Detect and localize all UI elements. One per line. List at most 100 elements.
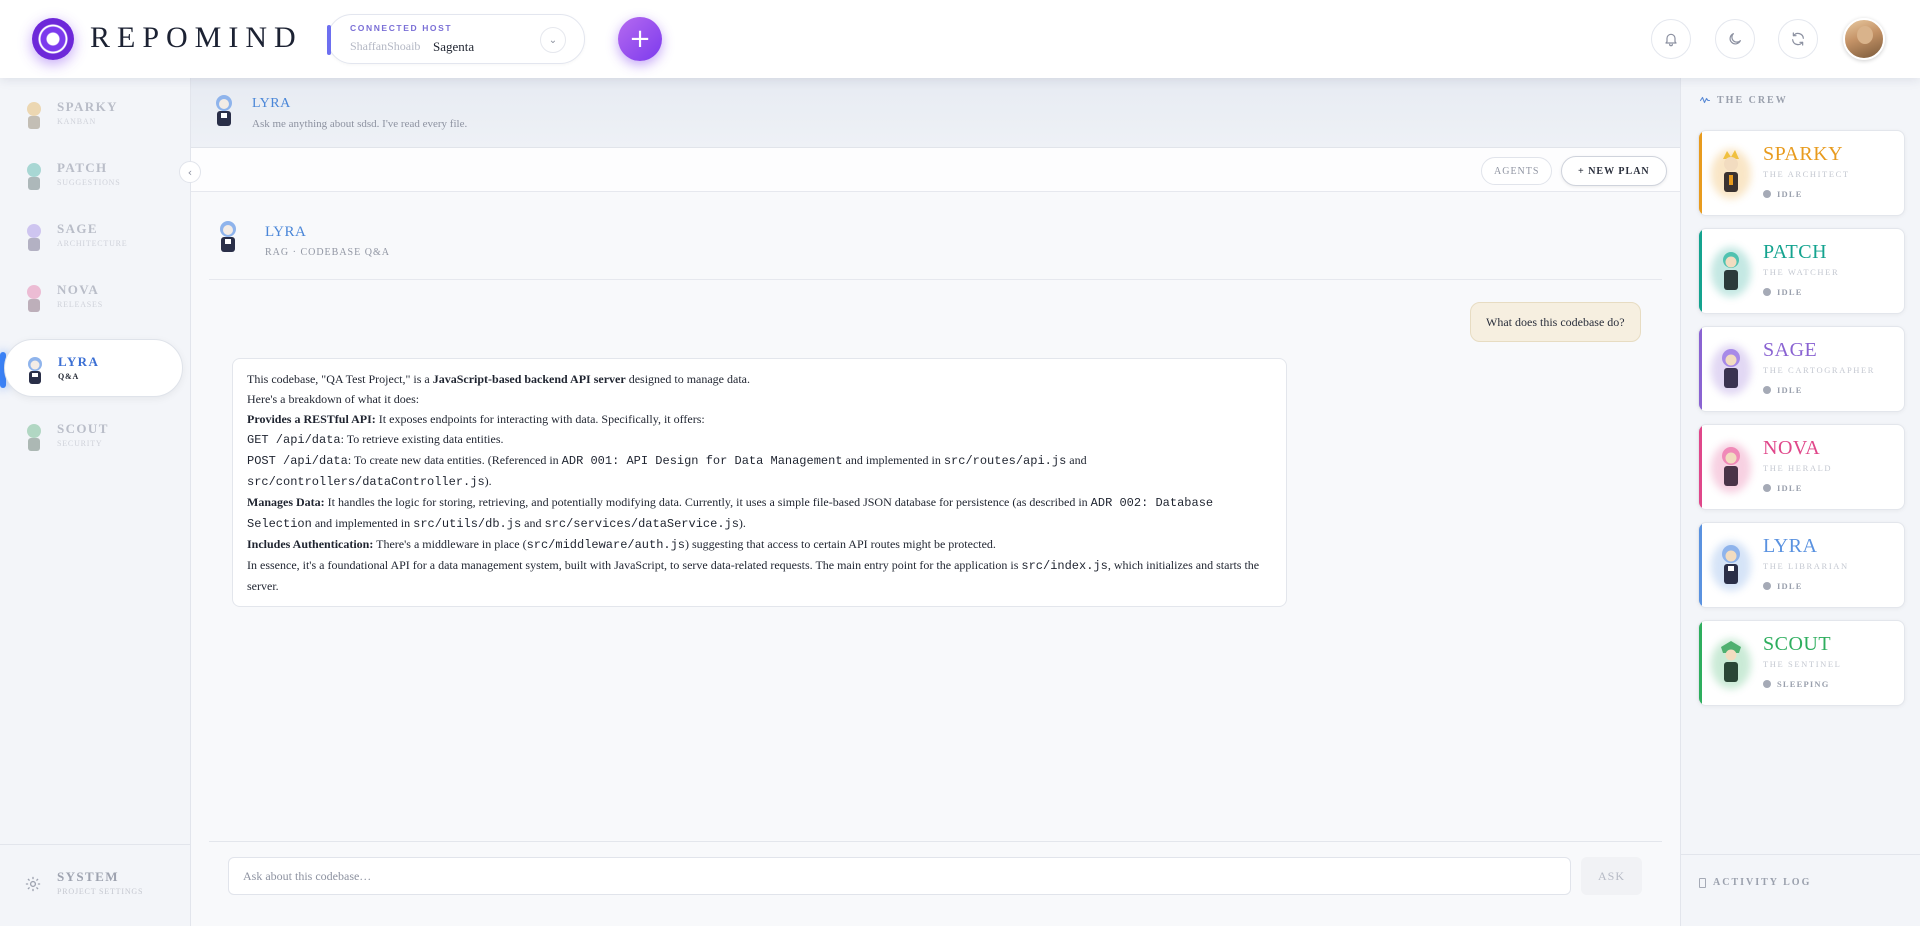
crew-name: SCOUT	[1763, 633, 1832, 655]
crew-role: THE LIBRARIAN	[1763, 561, 1849, 571]
crew-card-patch[interactable]: PATCH THE WATCHER IDLE	[1698, 228, 1905, 314]
scout-avatar-icon	[27, 424, 41, 451]
new-plan-button[interactable]: + NEW PLAN	[1561, 156, 1667, 186]
crew-card-scout[interactable]: SCOUT THE SENTINEL SLEEPING	[1698, 620, 1905, 706]
crew-name: SAGE	[1763, 339, 1818, 361]
patch-avatar-icon	[1723, 252, 1739, 290]
crew-role: THE ARCHITECT	[1763, 169, 1850, 179]
crew-role: THE CARTOGRAPHER	[1763, 365, 1876, 375]
sidebar-item-name: SPARKY	[57, 99, 118, 114]
card-accent	[1699, 621, 1702, 705]
activity-icon	[1699, 96, 1711, 104]
crew-status: IDLE	[1763, 287, 1803, 297]
moon-icon	[1729, 33, 1741, 45]
sidebar-item-sub: ARCHITECTURE	[57, 239, 128, 248]
crew-card-sparky[interactable]: SPARKY THE ARCHITECT IDLE	[1698, 130, 1905, 216]
crew-name: PATCH	[1763, 241, 1828, 263]
status-dot	[1763, 386, 1771, 394]
sage-avatar-icon	[1722, 349, 1740, 388]
message-line: Manages Data: It handles the logic for s…	[247, 495, 1214, 531]
status-dot	[1763, 484, 1771, 492]
ask-button[interactable]: ASK	[1581, 857, 1642, 895]
banner-agent-desc: Ask me anything about sdsd. I've read ev…	[252, 118, 468, 130]
sidebar-item-name: PATCH	[57, 160, 108, 175]
crew-card-sage[interactable]: SAGE THE CARTOGRAPHER IDLE	[1698, 326, 1905, 412]
message-line: Includes Authentication: There's a middl…	[247, 537, 996, 552]
lyra-avatar-icon	[220, 221, 236, 252]
sidebar-item-sage[interactable]: SAGE ARCHITECTURE	[0, 207, 185, 265]
crew-role: THE WATCHER	[1763, 267, 1840, 277]
system-label: SYSTEM	[57, 869, 119, 884]
sidebar-item-lyra[interactable]: LYRA Q&A	[4, 339, 183, 397]
sidebar-item-system[interactable]: SYSTEM PROJECT SETTINGS	[0, 844, 190, 926]
sparky-avatar-icon	[1723, 150, 1739, 192]
host-label: CONNECTED HOST	[350, 23, 453, 33]
lyra-avatar-icon	[28, 357, 42, 384]
chevron-down-icon[interactable]: ⌄	[540, 27, 566, 53]
nova-avatar-icon	[1722, 447, 1740, 486]
sidebar-item-sub: SUGGESTIONS	[57, 178, 121, 187]
host-selector[interactable]: CONNECTED HOST ShaffanShoaib Sagenta ⌄	[327, 14, 585, 64]
message-line: POST /api/data: To create new data entit…	[247, 453, 1087, 489]
sidebar-item-scout[interactable]: SCOUT SECURITY	[0, 407, 185, 465]
crew-card-lyra[interactable]: LYRA THE LIBRARIAN IDLE	[1698, 522, 1905, 608]
message-line: In essence, it's a foundational API for …	[247, 558, 1260, 593]
message-line: Here's a breakdown of what it does:	[247, 392, 420, 406]
assistant-message: This codebase, "QA Test Project," is a J…	[232, 358, 1287, 607]
chat-toolbar: AGENTS + NEW PLAN	[191, 148, 1680, 192]
sidebar-item-name: NOVA	[57, 282, 100, 297]
activity-log-label: ACTIVITY LOG	[1699, 877, 1811, 888]
sidebar-item-sub: SECURITY	[57, 439, 103, 448]
log-icon	[1699, 877, 1706, 888]
notifications-button[interactable]	[1651, 19, 1691, 59]
agent-sidebar: ‹ SPARKY KANBAN PATCH SUGGESTIONS SAGE A…	[0, 78, 201, 926]
crew-status: IDLE	[1763, 385, 1803, 395]
status-dot	[1763, 680, 1771, 688]
sidebar-item-nova[interactable]: NOVA RELEASES	[0, 268, 185, 326]
chat-agent-name: LYRA	[265, 224, 307, 240]
scout-avatar-icon	[1721, 641, 1741, 682]
crew-card-nova[interactable]: NOVA THE HERALD IDLE	[1698, 424, 1905, 510]
brand-name: REPOMIND	[90, 21, 303, 54]
ask-input[interactable]: Ask about this codebase…	[228, 857, 1571, 895]
message-line: This codebase, "QA Test Project," is a J…	[247, 372, 750, 386]
sidebar-item-sub: RELEASES	[57, 300, 103, 309]
status-dot	[1763, 582, 1771, 590]
sidebar-item-name: LYRA	[58, 354, 100, 369]
card-accent	[1699, 327, 1702, 411]
patch-avatar-icon	[27, 163, 41, 190]
crew-name: NOVA	[1763, 437, 1821, 459]
message-line: Provides a RESTful API: It exposes endpo…	[247, 412, 705, 426]
logo-icon	[32, 18, 74, 60]
crew-status: IDLE	[1763, 189, 1803, 199]
card-accent	[1699, 425, 1702, 509]
top-bar: REPOMIND CONNECTED HOST ShaffanShoaib Sa…	[0, 0, 1920, 78]
sidebar-item-patch[interactable]: PATCH SUGGESTIONS	[0, 146, 185, 204]
theme-toggle-button[interactable]	[1715, 19, 1755, 59]
user-avatar[interactable]	[1843, 18, 1885, 60]
chat-agent-sub: RAG · CODEBASE Q&A	[265, 247, 390, 258]
banner-agent-name: LYRA	[252, 96, 291, 111]
sage-avatar-icon	[27, 224, 41, 251]
sidebar-item-sparky[interactable]: SPARKY KANBAN	[0, 85, 185, 143]
activity-log-toggle[interactable]: ACTIVITY LOG	[1681, 854, 1920, 926]
lyra-avatar-icon	[216, 95, 232, 126]
message-line: GET /api/data: To retrieve existing data…	[247, 432, 504, 447]
crew-name: SPARKY	[1763, 143, 1844, 165]
nova-avatar-icon	[27, 285, 41, 312]
crew-name: LYRA	[1763, 535, 1818, 557]
crew-status: SLEEPING	[1763, 679, 1830, 689]
sidebar-item-sub: KANBAN	[57, 117, 97, 126]
chat-header: LYRA RAG · CODEBASE Q&A	[209, 214, 1662, 280]
agents-button[interactable]: AGENTS	[1481, 157, 1553, 185]
sidebar-item-name: SAGE	[57, 221, 99, 236]
refresh-button[interactable]	[1778, 19, 1818, 59]
card-accent	[1699, 523, 1702, 607]
lyra-avatar-icon	[1722, 545, 1740, 584]
add-button[interactable]: +	[618, 17, 662, 61]
divider	[209, 841, 1662, 842]
crew-status: IDLE	[1763, 581, 1803, 591]
sidebar-item-name: SCOUT	[57, 421, 109, 436]
refresh-icon	[1792, 32, 1804, 46]
collapse-sidebar-button[interactable]: ‹	[179, 161, 201, 183]
